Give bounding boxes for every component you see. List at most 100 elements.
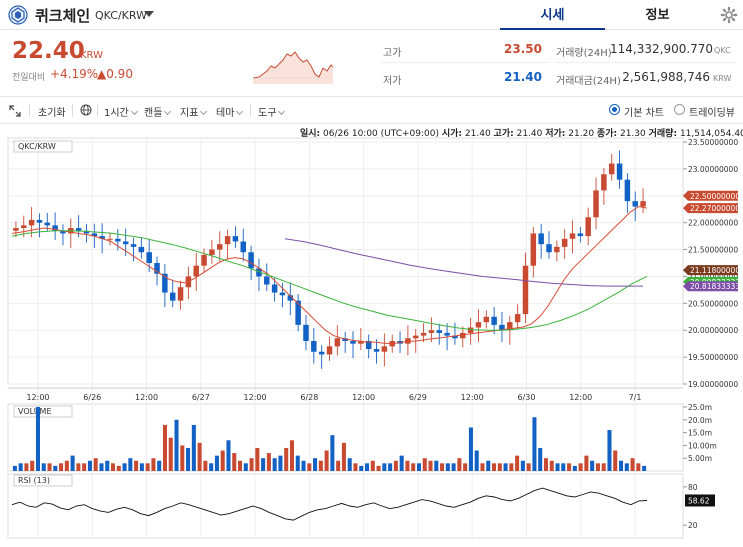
candle-body [177,287,184,301]
tradingview-radio[interactable] [674,104,685,115]
rsi-pane-label: RSI (13) [18,476,50,485]
volume-bar [416,463,421,471]
tradingview-label[interactable]: 트레이딩뷰 [689,104,735,119]
volume-bar [59,463,64,471]
candle-body [350,340,356,344]
volume-bar [434,460,439,471]
tools-select[interactable]: 도구 [258,104,286,119]
rsi-line [11,487,648,521]
volume-bar [561,463,566,471]
volume-bar [157,460,162,471]
chevron-down-icon[interactable] [144,11,154,17]
volume-bar [601,463,606,471]
globe-icon[interactable] [80,104,92,116]
candle-body [209,249,215,255]
volume-bar [324,450,329,471]
volume-bar [261,458,266,471]
price-pane-label: QKC/KRW [18,142,56,151]
volume-bar [191,424,196,471]
gear-icon[interactable] [720,6,738,24]
candle-body [436,330,442,333]
interval-select[interactable]: 1시간 [104,104,138,119]
candle-body [271,284,278,293]
volume-bar [440,463,445,471]
candle-body [21,225,27,229]
volume-bar [370,460,375,471]
candle-body [381,346,388,352]
candle-body [75,228,82,231]
candle-body [608,163,615,175]
coin-name[interactable]: 퀴크체인 [35,5,90,26]
volume-bar [238,460,243,471]
rsi-value-label: 58.62 [688,496,710,505]
indicator-select[interactable]: 지표 [180,104,208,119]
volume-bar [318,460,323,471]
volume-bar [307,463,312,471]
candle-body [107,238,113,240]
tab-sise[interactable]: 시세 [500,4,605,30]
basic-chart-label[interactable]: 기본 차트 [624,104,664,119]
volume-bar [64,460,69,471]
volume-bar [255,447,260,471]
volume-bar [590,460,595,471]
volume-bar [486,460,491,471]
time-tick-label: 12:00 [135,393,158,402]
time-tick-label: 12:00 [461,393,484,402]
price-tick-label: 21.50000000 [688,246,738,255]
expand-icon[interactable] [9,105,21,117]
volume-bar [538,447,543,471]
candle-body [530,233,537,266]
volume-24h-label: 거래량(24H) [556,48,612,59]
high-value: 23.50 [504,42,542,56]
volume-bar [451,463,456,471]
volume-bar [174,419,179,471]
chart-toolbar: 초기화 1시간 캔들 지표 테마 도구 기본 차트 트레이딩뷰 [0,96,743,124]
price-tick-label: 22.00000000 [688,219,738,228]
high-label: 고가 [383,48,402,59]
candle-body [467,327,474,333]
time-tick-label: 7/1 [629,393,642,402]
volume-bar [376,465,381,471]
candle-body [601,174,607,191]
volume-bar [47,463,52,471]
candle-body [491,316,497,325]
coin-pair[interactable]: QKC/KRW [95,9,147,22]
volume-tick-label: 5.00m [688,454,712,463]
volume-bar [428,460,433,471]
candle-body [122,241,129,245]
volume-bar [555,463,560,471]
candle-body [232,236,239,242]
volume-bar [87,460,92,471]
volume-bar [468,427,473,471]
volume-bar [595,463,600,471]
change-amount: ▲0.90 [97,67,133,81]
volume-bar [214,455,219,471]
tab-info[interactable]: 정보 [605,4,710,30]
volume-bar [266,453,271,471]
candle-body [483,316,490,323]
volume-bar [532,417,537,471]
volume-bar [636,463,641,471]
volume-bar [503,463,508,471]
time-tick-label: 6/26 [83,393,101,402]
basic-chart-radio[interactable] [609,104,620,115]
reset-button[interactable]: 초기화 [38,104,66,119]
volume-tick-label: 25.0m [688,403,712,412]
candle-body [318,351,325,355]
chevron-down-icon [236,107,244,116]
candle-select[interactable]: 캔들 [144,104,172,119]
candle-body [640,201,646,207]
candle-body [130,244,137,247]
volume-bar [549,460,554,471]
candle-body [248,252,254,269]
volume-bar [480,463,485,471]
candle-body [201,254,207,266]
volume-bar [399,455,404,471]
theme-select[interactable]: 테마 [216,104,244,119]
volume-bar [278,455,283,471]
price-tag-label: 22.27000000 [690,204,740,213]
price-chart[interactable]: 23.50000000 23.00000000 22.50000000 22.0000… [0,124,743,547]
change-percent: +4.19% [50,67,99,81]
candle-body [28,219,35,226]
volume-bar [365,463,370,471]
